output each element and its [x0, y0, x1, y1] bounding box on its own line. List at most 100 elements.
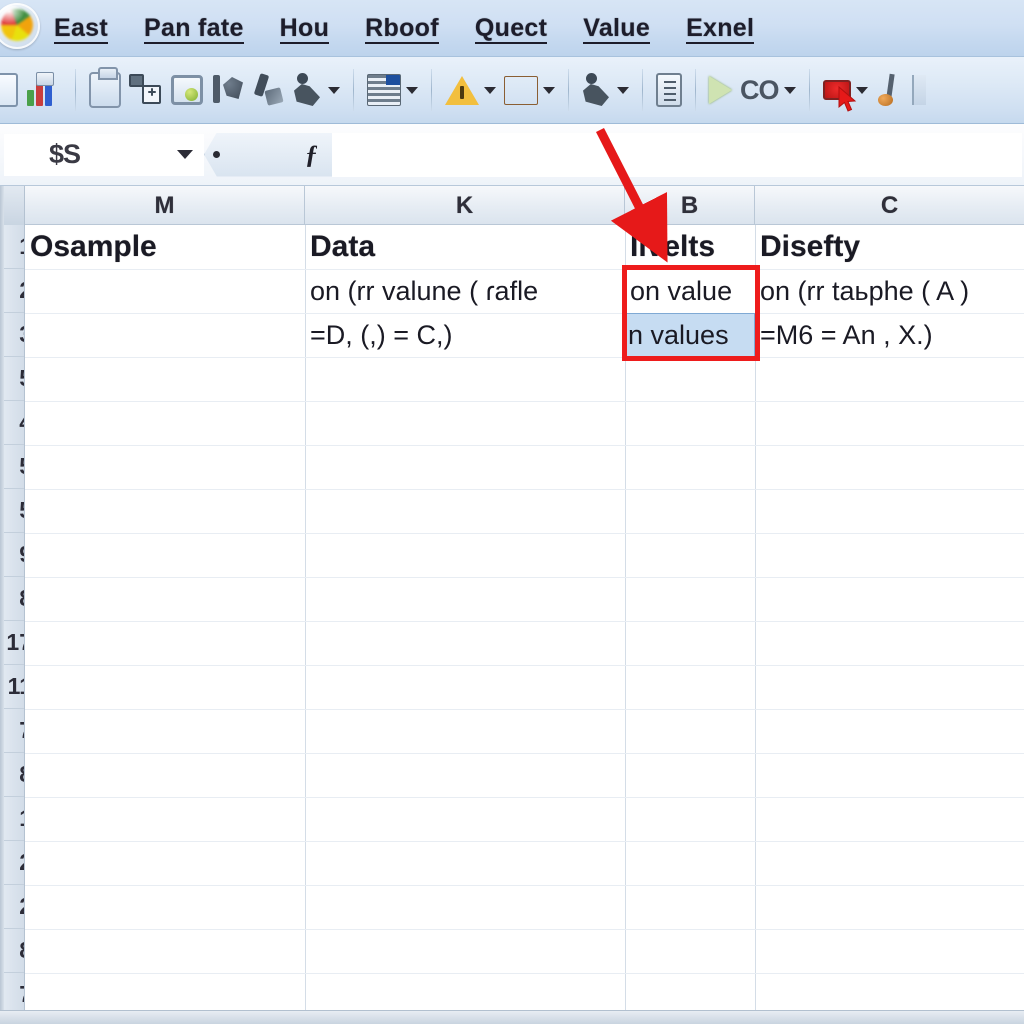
- toolbar: CO: [0, 57, 1024, 124]
- menu-items: East Pan fate Hou Rboof Quect Value Exne…: [54, 13, 790, 44]
- cancel-icon[interactable]: [213, 151, 220, 158]
- grid-divider: [25, 665, 1024, 666]
- menu-item-value-label: Value: [583, 13, 651, 44]
- column-header-row: M K B C: [0, 186, 1024, 225]
- toolbar-separator: [431, 69, 432, 111]
- data-cell[interactable]: on (rr taьphe ( A ): [755, 269, 1024, 313]
- row-header-label: 4: [19, 409, 24, 436]
- header-cell[interactable]: Data: [305, 225, 625, 269]
- fill-color-icon: [504, 75, 538, 105]
- data-cell[interactable]: =M6 = An , X.): [755, 313, 1024, 357]
- menu-item-rboof-label: Rboof: [365, 13, 439, 44]
- clipped-edge-button[interactable]: [908, 62, 930, 118]
- table-grid-icon: [367, 74, 401, 106]
- grid-divider: [25, 533, 1024, 534]
- left-edge-shadow: [0, 186, 4, 1024]
- formula-input[interactable]: [332, 132, 1022, 177]
- bottom-scroll-strip: [0, 1010, 1024, 1024]
- column-header-c[interactable]: C: [755, 186, 1024, 225]
- merge-blocks-button[interactable]: [125, 62, 167, 118]
- stop-record-button[interactable]: [819, 62, 872, 118]
- row-header-label: 17: [6, 629, 24, 655]
- paste-clipboard-icon: [89, 67, 121, 108]
- row-header-label: 7: [19, 717, 24, 744]
- header-cell[interactable]: Iivelts: [625, 225, 755, 269]
- menu-item-pan-fate[interactable]: Pan fate: [144, 13, 244, 44]
- toolbar-separator: [808, 69, 810, 111]
- selected-cell[interactable]: n values: [625, 313, 755, 357]
- warning-triangle-icon: [445, 75, 479, 105]
- pen-edit-icon: [253, 73, 285, 107]
- person-macro-button[interactable]: [578, 62, 633, 118]
- row-header-label: 9: [19, 541, 24, 568]
- grid-divider: [25, 797, 1024, 798]
- fill-color-button[interactable]: [500, 62, 559, 118]
- grid-divider: [25, 709, 1024, 710]
- menu-item-rboof[interactable]: Rboof: [365, 13, 439, 44]
- insert-function-icon[interactable]: ƒ: [305, 140, 318, 170]
- menu-item-quect[interactable]: Quect: [474, 13, 548, 44]
- row-header-label: 2: [19, 849, 24, 876]
- column-header-k[interactable]: K: [305, 186, 625, 225]
- warning-triangle-button[interactable]: [441, 62, 500, 118]
- comment-note-icon: [171, 75, 203, 105]
- menu-item-exnel[interactable]: Exnel: [686, 13, 755, 44]
- grid-divider: [25, 973, 1024, 974]
- cell-grid[interactable]: Osample Data Iivelts Disefty on (rr valune (…: [25, 225, 1024, 1024]
- office-orb-icon[interactable]: [0, 3, 40, 49]
- grid-divider: [25, 621, 1024, 622]
- data-cell[interactable]: =D, (,) = C,): [305, 313, 625, 357]
- row-header-label: 5: [19, 365, 24, 392]
- document-icon: [656, 73, 682, 107]
- header-cell[interactable]: Osample: [25, 225, 305, 269]
- tools-wrench-button[interactable]: [207, 62, 249, 118]
- music-note-button[interactable]: [872, 62, 908, 118]
- run-play-button[interactable]: [705, 62, 736, 118]
- chevron-down-icon[interactable]: [177, 150, 193, 159]
- data-cell[interactable]: on value: [625, 269, 755, 313]
- paste-clipboard-button[interactable]: [85, 62, 125, 118]
- grid-divider: [25, 357, 1024, 358]
- co-label-button[interactable]: CO: [736, 62, 800, 118]
- comment-note-button[interactable]: [167, 62, 207, 118]
- grid-divider: [25, 753, 1024, 754]
- formula-controls: ƒ: [204, 132, 332, 177]
- chevron-down-icon: [855, 86, 868, 94]
- grid-divider: [25, 577, 1024, 578]
- spreadsheet-grid[interactable]: M K B C 123545598171178122878693 Osample…: [0, 186, 1024, 1024]
- stop-record-icon: [822, 80, 851, 100]
- table-grid-button[interactable]: [363, 62, 422, 118]
- name-box[interactable]: $S: [4, 133, 204, 176]
- name-box-value: $S: [49, 139, 81, 169]
- data-cell[interactable]: on (rr valune ( ɾafle: [305, 269, 625, 313]
- row-header-label: 2: [19, 893, 24, 920]
- chevron-down-icon: [783, 86, 796, 94]
- pen-edit-button[interactable]: [249, 62, 289, 118]
- header-cell[interactable]: Disefty: [755, 225, 1024, 269]
- document-button[interactable]: [652, 62, 686, 118]
- row-header-label: 2: [19, 277, 24, 304]
- partial-clipped-icon: [0, 73, 18, 107]
- menu-item-hou[interactable]: Hou: [279, 13, 330, 44]
- grid-divider: [25, 445, 1024, 446]
- grid-divider: [25, 929, 1024, 930]
- grid-divider: [25, 401, 1024, 402]
- toolbar-separator: [75, 69, 76, 111]
- row-header-label: 8: [19, 585, 24, 612]
- chevron-down-icon: [328, 86, 340, 94]
- menu-item-east[interactable]: East: [54, 13, 109, 44]
- chevron-down-icon: [617, 86, 629, 94]
- chevron-down-icon: [484, 86, 496, 94]
- column-header-m[interactable]: M: [25, 186, 305, 225]
- pen-edit-dropdown-button[interactable]: [289, 62, 344, 118]
- toolbar-separator: [568, 69, 569, 111]
- partial-clipped-button[interactable]: [0, 62, 22, 118]
- row-header-label: 1: [19, 805, 24, 832]
- column-header-b[interactable]: B: [625, 186, 755, 225]
- row-header-label: 8: [19, 761, 24, 788]
- menu-item-value[interactable]: Value: [583, 13, 651, 44]
- formula-bar: $S ƒ: [0, 124, 1024, 186]
- row-header-label: 8: [19, 937, 24, 964]
- chart-insert-button[interactable]: [22, 62, 66, 118]
- pen-person-icon: [293, 73, 323, 107]
